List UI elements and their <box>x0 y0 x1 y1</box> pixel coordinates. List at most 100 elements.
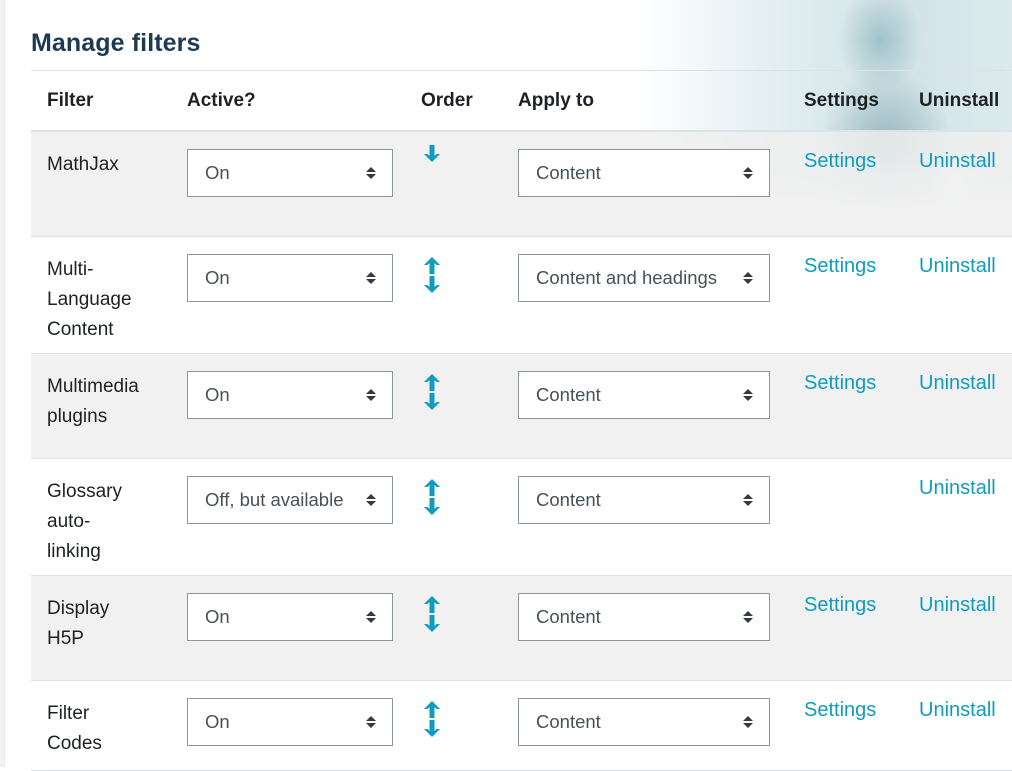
filter-name-line: Glossary <box>47 480 122 502</box>
move-down-button[interactable] <box>421 392 443 411</box>
uninstall-link[interactable]: Uninstall <box>919 252 996 280</box>
arrow-down-icon <box>421 614 443 633</box>
settings-cell: Settings <box>788 131 903 236</box>
filter-name-line: plugins <box>47 405 108 427</box>
move-up-button[interactable] <box>421 595 443 614</box>
page-title: Manage filters <box>31 29 201 57</box>
uninstall-cell: Uninstall <box>903 575 1012 680</box>
settings-cell: Settings <box>788 353 903 458</box>
uninstall-link[interactable]: Uninstall <box>919 591 996 619</box>
arrow-up-icon <box>421 700 443 719</box>
sort-caret-icon <box>743 715 753 728</box>
table-row: MathJax On Content Settings Uninstall <box>31 131 1012 236</box>
active-select[interactable]: On <box>187 370 393 419</box>
active-select[interactable]: On <box>187 149 393 197</box>
apply-to-select[interactable]: Content <box>518 592 770 641</box>
uninstall-cell: Uninstall <box>903 236 1012 353</box>
filter-name-line: Multimedia <box>47 375 139 397</box>
filters-table: Filter Active? Order Apply to Settings U… <box>31 70 1012 771</box>
arrow-down-icon <box>421 719 443 738</box>
apply-to-select[interactable]: Content <box>518 370 770 419</box>
order-cell <box>411 458 502 575</box>
order-cell <box>411 131 502 236</box>
move-down-button[interactable] <box>421 614 443 633</box>
apply-to-cell: Content <box>502 458 788 575</box>
column-header-apply-to: Apply to <box>518 89 594 111</box>
apply-to-select[interactable]: Content <box>518 149 770 197</box>
filter-name-line: auto- <box>47 510 91 532</box>
active-cell: Off, but available <box>171 458 411 575</box>
sort-caret-icon <box>366 388 376 401</box>
sort-caret-icon <box>366 610 376 623</box>
uninstall-cell: Uninstall <box>903 680 1012 770</box>
uninstall-cell: Uninstall <box>903 131 1012 236</box>
apply-to-cell: Content <box>502 353 788 458</box>
settings-link[interactable]: Settings <box>804 369 876 397</box>
uninstall-cell: Uninstall <box>903 458 1012 575</box>
sort-caret-icon <box>743 388 753 401</box>
sort-caret-icon <box>366 167 376 179</box>
arrow-down-icon <box>421 392 443 411</box>
active-cell: On <box>171 353 411 458</box>
arrow-down-icon <box>421 275 443 294</box>
order-controls <box>421 256 443 294</box>
order-controls <box>421 373 443 411</box>
filter-name-cell: MathJax <box>31 131 171 236</box>
filter-name-line: Display <box>47 597 110 619</box>
order-controls <box>421 478 443 516</box>
filter-name-line: Language <box>47 288 132 310</box>
apply-to-select[interactable]: Content and headings <box>518 253 770 302</box>
column-header-uninstall: Uninstall <box>919 89 1000 111</box>
uninstall-link[interactable]: Uninstall <box>919 147 996 175</box>
table-row: Multi- Language Content On Content and hea… <box>31 236 1012 353</box>
uninstall-link[interactable]: Uninstall <box>919 696 996 724</box>
filter-name-cell: Glossary auto-linking <box>31 458 171 575</box>
settings-link[interactable]: Settings <box>804 591 876 619</box>
move-up-button[interactable] <box>421 373 443 392</box>
settings-link[interactable]: Settings <box>804 147 876 175</box>
apply-to-cell: Content and headings <box>502 236 788 353</box>
column-header-settings: Settings <box>804 89 879 111</box>
filter-name-line: linking <box>47 540 101 562</box>
active-select-value: Off, but available <box>205 488 344 510</box>
move-up-button[interactable] <box>421 478 443 497</box>
move-up-button[interactable] <box>421 256 443 275</box>
move-down-button[interactable] <box>421 719 443 738</box>
order-cell <box>411 236 502 353</box>
active-select[interactable]: On <box>187 697 393 746</box>
move-down-button[interactable] <box>421 144 443 163</box>
filter-name-line: MathJax <box>47 154 119 175</box>
active-select[interactable]: On <box>187 253 393 302</box>
active-select-value: On <box>205 605 230 627</box>
move-up-button[interactable] <box>421 700 443 719</box>
active-select-value: On <box>205 162 230 183</box>
active-cell: On <box>171 131 411 236</box>
table-row: Glossary auto-linking Off, but available … <box>31 458 1012 575</box>
sort-caret-icon <box>366 271 376 284</box>
column-header-active: Active? <box>187 89 256 111</box>
filter-name-line: Codes <box>47 732 102 754</box>
active-select[interactable]: Off, but available <box>187 475 393 524</box>
active-select-value: On <box>205 710 230 732</box>
move-down-button[interactable] <box>421 275 443 294</box>
settings-cell: Settings <box>788 236 903 353</box>
active-select[interactable]: On <box>187 592 393 641</box>
arrow-up-icon <box>421 595 443 614</box>
arrow-up-icon <box>421 478 443 497</box>
sort-caret-icon <box>743 493 753 506</box>
uninstall-cell: Uninstall <box>903 353 1012 458</box>
uninstall-link[interactable]: Uninstall <box>919 369 996 397</box>
apply-to-select[interactable]: Content <box>518 475 770 524</box>
active-cell: On <box>171 575 411 680</box>
order-controls <box>421 595 443 633</box>
filter-name-line: Multi- <box>47 258 94 280</box>
apply-to-select-value: Content <box>536 162 601 183</box>
settings-cell: Settings <box>788 575 903 680</box>
order-cell <box>411 680 502 770</box>
move-down-button[interactable] <box>421 497 443 516</box>
apply-to-select[interactable]: Content <box>518 697 770 746</box>
settings-link[interactable]: Settings <box>804 252 876 280</box>
settings-link[interactable]: Settings <box>804 696 876 724</box>
arrow-down-icon <box>421 144 443 163</box>
uninstall-link[interactable]: Uninstall <box>919 474 996 502</box>
